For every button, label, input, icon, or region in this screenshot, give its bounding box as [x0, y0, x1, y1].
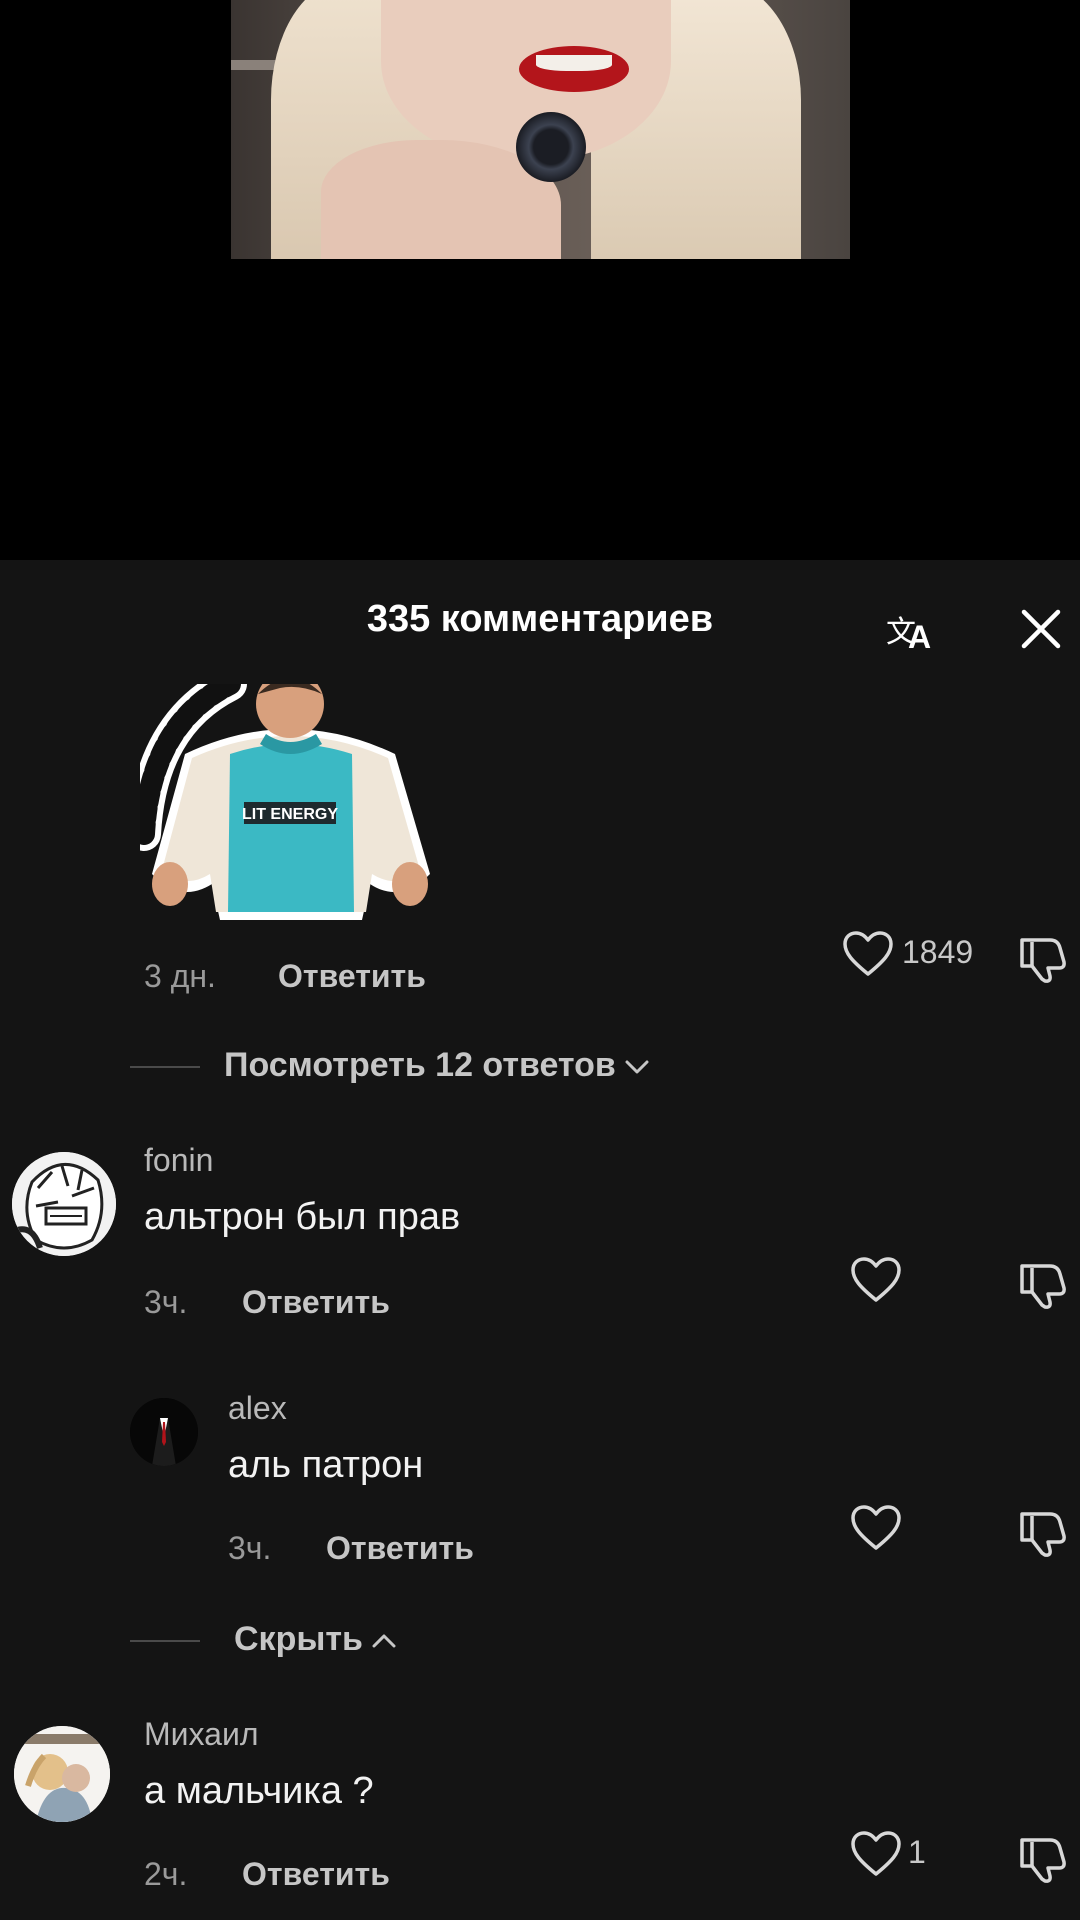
comment-time: 3 дн.	[144, 958, 216, 994]
thread-divider	[130, 1066, 200, 1068]
comment-time: 2ч.	[144, 1856, 188, 1892]
avatar[interactable]	[14, 1726, 110, 1822]
comment-time: 3ч.	[144, 1284, 188, 1320]
like-count: 1849	[902, 934, 974, 970]
heart-icon[interactable]	[850, 1256, 902, 1304]
comments-sheet: 335 комментариев 文 A LIT ENERGY 3 дн. От…	[0, 560, 1080, 1920]
video-frame	[231, 0, 850, 259]
thumbs-down-icon[interactable]	[1016, 1832, 1068, 1884]
thread-divider	[130, 1640, 200, 1642]
close-icon[interactable]	[1016, 604, 1066, 654]
avatar[interactable]	[130, 1398, 198, 1466]
heart-icon[interactable]	[850, 1830, 902, 1878]
comment-username[interactable]: alex	[228, 1390, 287, 1427]
heart-icon[interactable]	[842, 930, 894, 978]
thumbs-down-icon[interactable]	[1016, 1258, 1068, 1310]
sticker-text: LIT ENERGY	[242, 806, 338, 823]
comment-text: аль патрон	[228, 1444, 424, 1486]
thumbs-down-icon[interactable]	[1016, 932, 1068, 984]
comment-username[interactable]: Михаил	[144, 1716, 259, 1753]
heart-icon[interactable]	[850, 1504, 902, 1552]
comment-sticker[interactable]: LIT ENERGY	[127, 667, 440, 924]
reply-button[interactable]: Ответить	[242, 1856, 390, 1893]
view-replies-button[interactable]: Посмотреть 12 ответов	[224, 1046, 650, 1085]
comment-text: а мальчика ?	[144, 1770, 374, 1812]
reply-button[interactable]: Ответить	[242, 1284, 390, 1321]
chevron-down-icon	[625, 1060, 649, 1074]
comment-text: альтрон был прав	[144, 1196, 461, 1238]
like-count: 1	[908, 1834, 926, 1870]
svg-text:A: A	[908, 619, 931, 654]
reply-button[interactable]: Ответить	[278, 958, 426, 995]
chevron-up-icon	[372, 1634, 396, 1648]
translate-icon[interactable]: 文 A	[884, 604, 940, 655]
hide-replies-button[interactable]: Скрыть	[234, 1620, 397, 1659]
video-player[interactable]	[0, 0, 1080, 560]
comment-time: 3ч.	[228, 1530, 272, 1566]
avatar[interactable]	[12, 1152, 116, 1256]
comment-username[interactable]: fonin	[144, 1142, 213, 1179]
reply-button[interactable]: Ответить	[326, 1530, 474, 1567]
thumbs-down-icon[interactable]	[1016, 1506, 1068, 1558]
